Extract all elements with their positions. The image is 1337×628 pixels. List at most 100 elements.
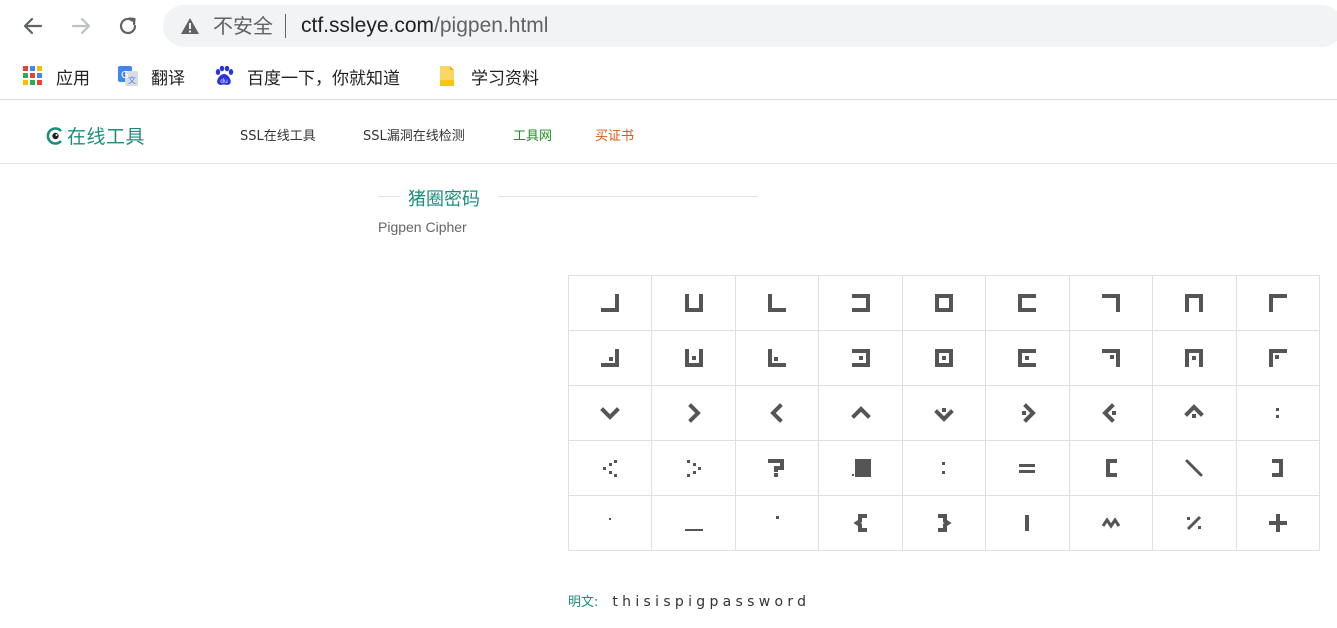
address-bar[interactable]: 不安全 ctf.ssleye.com/pigpen.html [163,5,1337,47]
forward-button[interactable] [65,10,97,42]
cipher-key-pigpen-corner-br[interactable] [569,276,653,331]
pigpen-u-icon [684,294,703,312]
cipher-key-symbol-apostrophe[interactable] [569,496,653,551]
cipher-key-symbol-brace-open[interactable] [819,496,903,551]
cipher-key-pigpen-chevron-left-dot[interactable] [1069,386,1154,441]
symbol-bracket-close-icon [1271,459,1283,477]
cipher-key-symbol-percent[interactable] [1153,496,1237,551]
reload-icon [119,17,137,35]
bookmark-baidu[interactable]: du 百度一下，你就知道 [213,63,400,89]
browser-toolbar: 不安全 ctf.ssleye.com/pigpen.html [0,0,1337,52]
site-logo[interactable]: 在线工具 [46,122,145,149]
cipher-key-symbol-plus[interactable] [1236,496,1320,551]
cipher-key-symbol-colon-small[interactable] [1236,386,1320,441]
pigpen-box-icon [934,294,953,312]
pigpen-v-up-dot-icon [1184,404,1205,418]
logo-eye-icon [46,126,64,145]
pigpen-box-dot-icon [934,349,953,367]
cipher-key-symbol-underscore[interactable] [652,496,736,551]
cipher-key-pigpen-box[interactable] [902,276,987,331]
cipher-key-symbol-dots-left[interactable] [569,441,653,496]
symbol-percent-icon [1187,515,1202,531]
pigpen-corner-tl-dot-icon [1268,349,1287,367]
cipher-key-pigpen-bracket-right-dot[interactable] [819,331,903,386]
cipher-key-pigpen-corner-bl[interactable] [735,276,820,331]
cipher-key-symbol-backslash[interactable] [1153,441,1237,496]
bookmark-apps[interactable]: 应用 [22,63,90,89]
symbol-dots-right-icon [686,460,701,477]
bookmark-translate[interactable]: G 文 翻译 [117,63,185,89]
pigpen-corner-bl-icon [768,294,787,312]
cipher-key-pigpen-bracket-right[interactable] [819,276,903,331]
section-title: 猪圈密码 [408,189,480,210]
security-label[interactable]: 不安全 [213,14,273,38]
cipher-key-symbol-dot-box[interactable] [819,441,903,496]
pigpen-bracket-right-icon [851,294,870,312]
cipher-key-symbol-bracket-close[interactable] [1236,441,1320,496]
symbol-bracket-open-icon [1105,459,1117,477]
pigpen-bracket-left-icon [1018,294,1037,312]
plaintext-output: 明文: thisispigpassword [568,591,810,610]
pigpen-v-down-icon [600,407,621,420]
warning-triangle-icon [181,18,199,34]
nav-tools-site[interactable]: 工具网 [513,125,552,144]
symbol-underscore-icon [684,529,703,531]
url-text[interactable]: ctf.ssleye.com/pigpen.html [301,13,548,39]
cipher-row [569,276,1320,331]
cipher-key-pigpen-corner-tr[interactable] [1069,276,1154,331]
url-host: ctf.ssleye.com [301,14,435,37]
cipher-key-pigpen-box-dot[interactable] [902,331,987,386]
cipher-row [569,331,1320,386]
cipher-key-symbol-bracket-open[interactable] [1069,441,1154,496]
cipher-key-pigpen-corner-tr-dot[interactable] [1069,331,1154,386]
cipher-key-symbol-dot-top[interactable] [735,496,820,551]
pigpen-chevron-left-dot-icon [1102,403,1116,423]
cipher-key-pigpen-bracket-left-dot[interactable] [986,331,1070,386]
cipher-key-symbol-colon[interactable] [902,441,987,496]
cipher-key-symbol-dots-right[interactable] [652,441,736,496]
arrow-right-icon [71,17,91,35]
cipher-key-pigpen-n[interactable] [1153,276,1237,331]
cipher-key-pigpen-corner-bl-dot[interactable] [735,331,820,386]
cipher-key-symbol-pipe[interactable] [986,496,1070,551]
bookmarks-bar: 应用 G 文 翻译 du 百度一下，你就知道 学习资料 [0,52,1337,100]
cipher-key-pigpen-v-down-dot[interactable] [902,386,987,441]
section-heading: 猪圈密码 [378,183,758,211]
cipher-key-pigpen-v-up-dot[interactable] [1153,386,1237,441]
pigpen-corner-tl-icon [1268,294,1287,312]
cipher-row [569,386,1320,441]
nav-ssl-vuln-check[interactable]: SSL漏洞在线检测 [363,125,465,144]
cipher-key-pigpen-v-up[interactable] [819,386,903,441]
cipher-key-pigpen-corner-tl[interactable] [1236,276,1320,331]
nav-buy-certificate[interactable]: 买证书 [595,125,634,144]
cipher-key-pigpen-chevron-right-dot[interactable] [986,386,1070,441]
bookmark-label: 百度一下，你就知道 [247,68,400,89]
symbol-tilde-icon [1101,517,1121,529]
cipher-key-pigpen-n-dot[interactable] [1153,331,1237,386]
cipher-key-symbol-tilde[interactable] [1069,496,1154,551]
bookmark-folder[interactable]: 学习资料 [437,63,539,89]
cipher-key-pigpen-corner-tl-dot[interactable] [1236,331,1320,386]
svg-text:du: du [220,78,228,85]
back-button[interactable] [17,10,49,42]
symbol-brace-open-icon [852,514,867,532]
address-separator [285,14,286,38]
heading-divider [498,196,758,197]
cipher-key-pigpen-u[interactable] [652,276,736,331]
cipher-key-pigpen-chevron-left[interactable] [735,386,820,441]
url-path: /pigpen.html [434,14,549,37]
pigpen-corner-bl-dot-icon [768,349,787,367]
cipher-key-pigpen-v-down[interactable] [569,386,653,441]
cipher-key-symbol-brace-close[interactable] [902,496,987,551]
reload-button[interactable] [112,10,144,42]
symbol-pipe-icon [1025,515,1030,531]
cipher-key-pigpen-corner-br-dot[interactable] [569,331,653,386]
symbol-dot-box-icon [851,459,871,477]
cipher-key-pigpen-chevron-right[interactable] [652,386,736,441]
cipher-key-pigpen-u-dot[interactable] [652,331,736,386]
cipher-key-symbol-equals[interactable] [986,441,1070,496]
cipher-key-symbol-question[interactable] [735,441,820,496]
site-header: 在线工具 SSL在线工具 SSL漏洞在线检测 工具网 买证书 [0,102,1337,164]
nav-ssl-tools[interactable]: SSL在线工具 [240,125,316,144]
cipher-key-pigpen-bracket-left[interactable] [986,276,1070,331]
